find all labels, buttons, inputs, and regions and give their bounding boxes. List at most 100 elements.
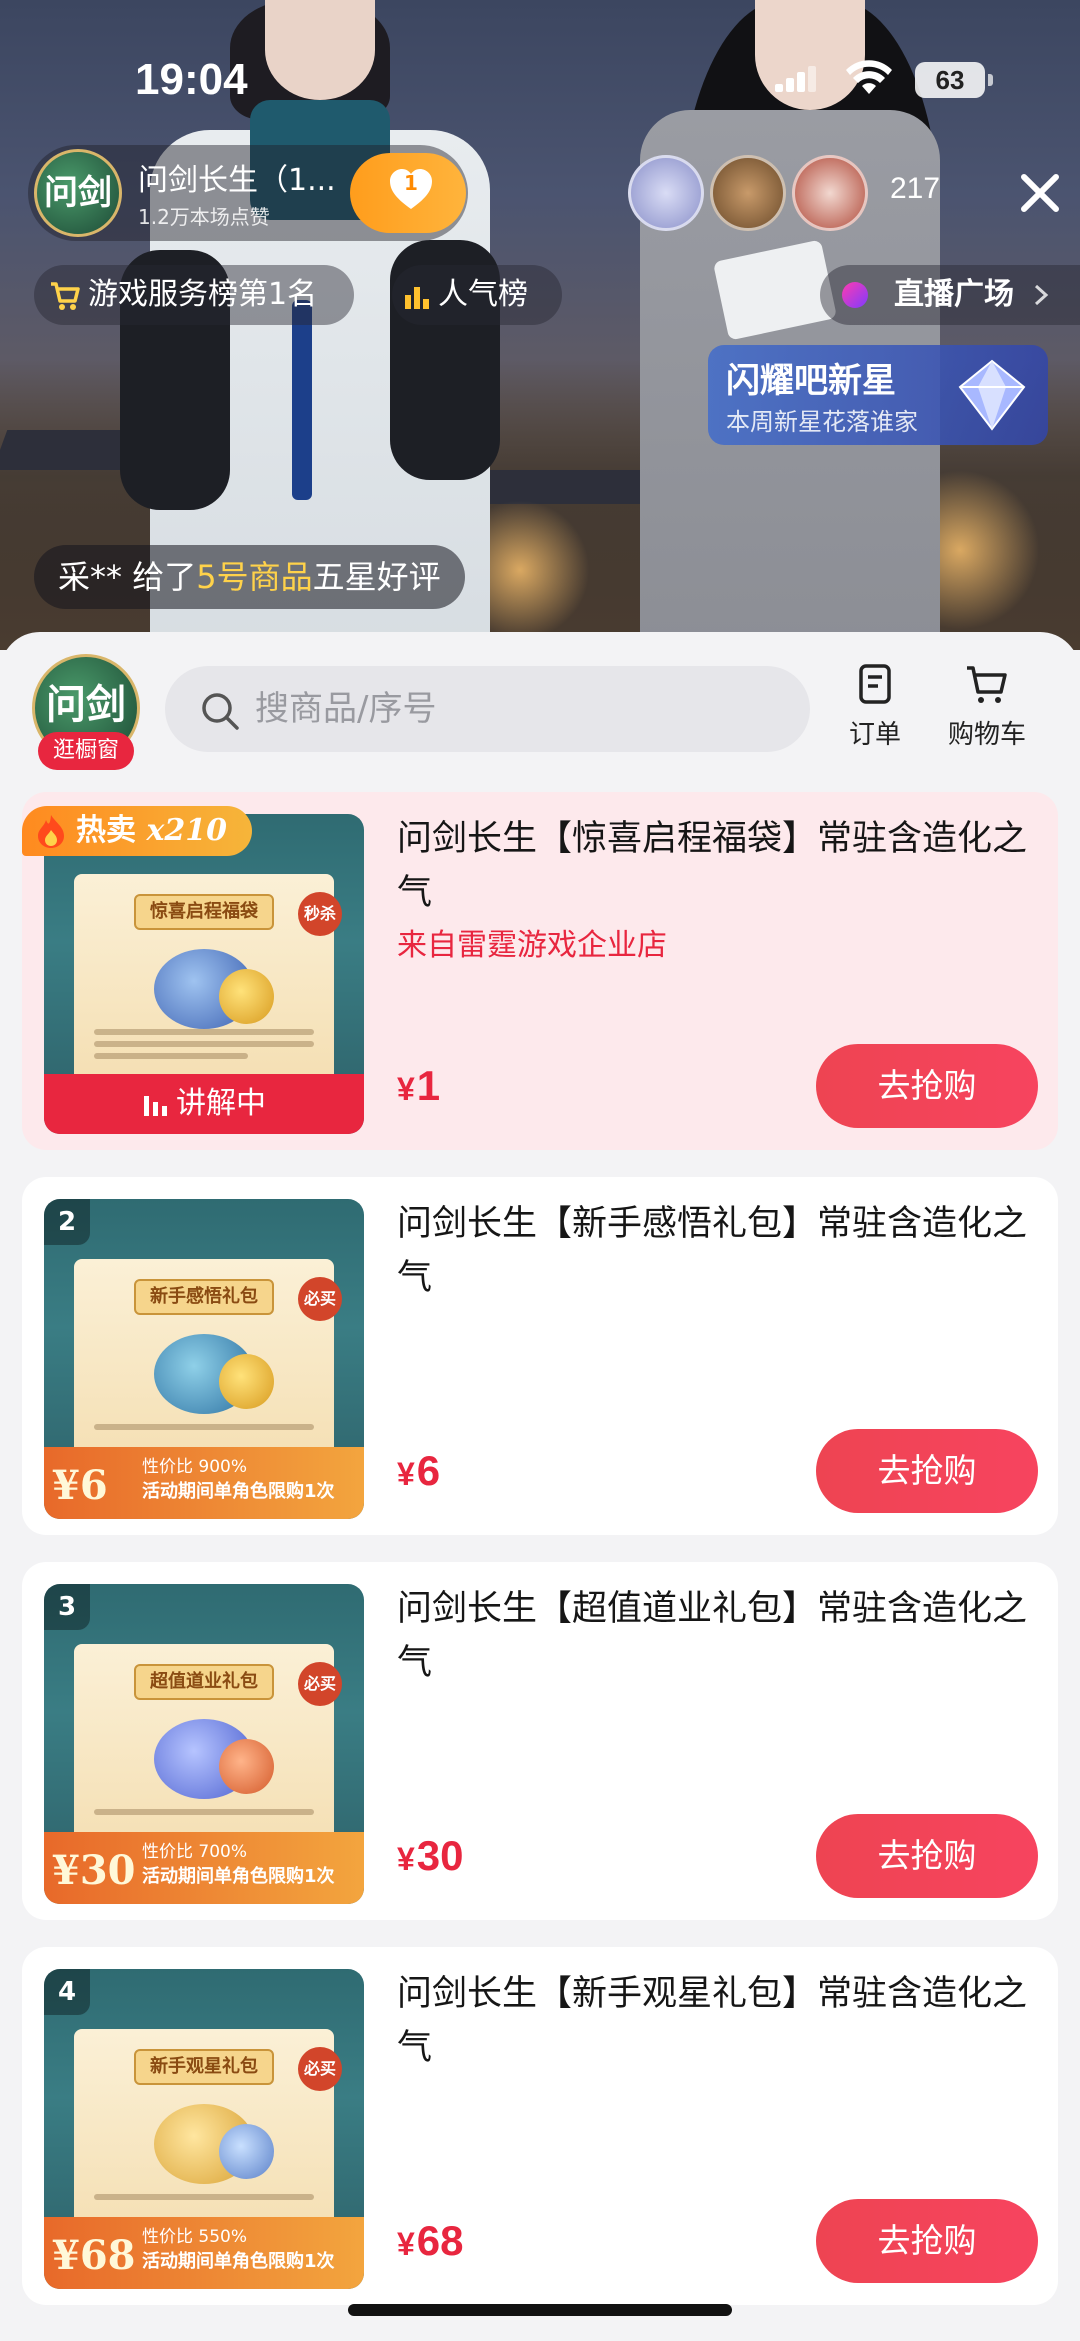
host-avatar[interactable]: 问剑	[34, 149, 122, 237]
buy-button[interactable]: 去抢购	[816, 1814, 1038, 1898]
product-price: ¥1	[397, 1062, 441, 1109]
review-rating: 五星好评	[312, 558, 441, 596]
product-image[interactable]: 超值道业礼包 必买 3 ¥30 性价比 700% 活动期间单角色限购1次	[44, 1584, 364, 1904]
search-bar[interactable]	[165, 666, 810, 752]
product-price-value: 30	[416, 1832, 464, 1879]
chevron-right-icon	[1034, 284, 1049, 306]
equalizer-icon	[144, 1095, 167, 1116]
product-title[interactable]: 问剑长生【新手感悟礼包】常驻含造化之气	[397, 1197, 1042, 1305]
product-image-limit: 活动期间单角色限购1次	[142, 1481, 335, 1502]
product-image-limit: 活动期间单角色限购1次	[142, 2251, 335, 2272]
live-square-dot-icon	[842, 282, 868, 308]
product-title[interactable]: 问剑长生【惊喜启程福袋】常驻含造化之气	[397, 812, 1042, 920]
product-image-price: ¥6	[52, 1462, 108, 1509]
hot-sale-count: x210	[146, 813, 227, 848]
explaining-badge[interactable]: 讲解中	[44, 1074, 364, 1134]
service-rank-badge[interactable]: 游戏服务榜第1名	[34, 265, 354, 325]
product-image[interactable]: 惊喜启程福袋 秒杀 讲解中	[44, 814, 364, 1134]
product-card[interactable]: 新手观星礼包 必买 4 ¥68 性价比 550% 活动期间单角色限购1次 问剑长…	[22, 1947, 1058, 2305]
product-card[interactable]: 惊喜启程福袋 秒杀 讲解中 热卖 x210 问剑长生【惊喜启程福袋】常驻含造化之…	[22, 792, 1058, 1150]
product-image[interactable]: 新手感悟礼包 必买 2 ¥6 性价比 900% 活动期间单角色限购1次	[44, 1199, 364, 1519]
product-title[interactable]: 问剑长生【新手观星礼包】常驻含造化之气	[397, 1967, 1042, 2075]
cart-icon	[51, 281, 80, 310]
orders-button[interactable]: 订单	[830, 662, 920, 751]
product-image-title: 新手观星礼包	[134, 2049, 274, 2085]
review-user: 采**	[58, 558, 123, 596]
host-name: 问剑长生（1...	[138, 163, 336, 198]
product-card[interactable]: 新手感悟礼包 必买 2 ¥6 性价比 900% 活动期间单角色限购1次 问剑长生…	[22, 1177, 1058, 1535]
live-square-label: 直播广场	[894, 277, 1014, 312]
status-time: 19:04	[135, 55, 248, 104]
bar-chart-icon	[405, 286, 429, 309]
cart-label: 购物车	[947, 720, 1026, 750]
product-price-value: 1	[416, 1062, 441, 1109]
close-icon[interactable]	[1010, 163, 1070, 223]
status-bar: 19:04 63	[0, 0, 1080, 140]
product-index: 3	[44, 1584, 90, 1630]
explaining-label: 讲解中	[176, 1086, 266, 1121]
hot-sale-badge: 热卖 x210	[22, 806, 252, 856]
product-image-badge: 必买	[298, 1662, 342, 1706]
cart-button[interactable]: 购物车	[942, 662, 1032, 751]
buy-button[interactable]: 去抢购	[816, 1429, 1038, 1513]
product-image-title: 新手感悟礼包	[134, 1279, 274, 1315]
viewer-count[interactable]: 217	[890, 172, 940, 206]
popularity-rank-badge[interactable]: 人气榜	[392, 265, 562, 325]
product-title[interactable]: 问剑长生【超值道业礼包】常驻含造化之气	[397, 1582, 1042, 1690]
product-index: 4	[44, 1969, 90, 2015]
host-likes: 1.2万本场点赞	[138, 205, 270, 229]
product-image-text	[94, 1029, 314, 1065]
buy-button[interactable]: 去抢购	[816, 2199, 1038, 2283]
fan-club-button[interactable]: 1	[350, 153, 466, 233]
search-input[interactable]	[255, 666, 775, 752]
product-image-coin	[219, 1739, 274, 1794]
home-indicator[interactable]	[348, 2304, 732, 2316]
product-image-price-bar: ¥6 性价比 900% 活动期间单角色限购1次	[44, 1447, 364, 1519]
product-image-badge: 必买	[298, 2047, 342, 2091]
product-image-coin	[219, 2124, 274, 2179]
product-image-coin	[219, 969, 274, 1024]
review-notice: 采** 给了5号商品五星好评	[34, 545, 465, 609]
viewer-avatar[interactable]	[792, 155, 868, 231]
product-image-badge: 必买	[298, 1277, 342, 1321]
product-image[interactable]: 新手观星礼包 必买 4 ¥68 性价比 550% 活动期间单角色限购1次	[44, 1969, 364, 2289]
fan-club-count: 1	[404, 171, 418, 195]
product-image-price: ¥68	[52, 2232, 136, 2279]
product-image-title: 惊喜启程福袋	[134, 894, 274, 930]
product-price-value: 68	[416, 2217, 464, 2264]
product-image-limit: 活动期间单角色限购1次	[142, 1866, 335, 1887]
product-store: 来自雷霆游戏企业店	[397, 928, 667, 963]
viewer-avatar[interactable]	[628, 155, 704, 231]
product-image-price-bar: ¥30 性价比 700% 活动期间单角色限购1次	[44, 1832, 364, 1904]
wifi-icon	[846, 60, 892, 94]
browse-showcase-button[interactable]: 逛橱窗	[38, 732, 134, 770]
hot-sale-label: 热卖	[76, 813, 136, 848]
review-product: 5号商品	[196, 558, 313, 596]
battery-icon: 63	[915, 62, 993, 98]
product-index: 2	[44, 1199, 90, 1245]
review-text: 给了	[122, 558, 197, 596]
live-square-button[interactable]: 直播广场	[820, 265, 1080, 325]
viewer-avatar[interactable]	[710, 155, 786, 231]
product-image-price-bar: ¥68 性价比 550% 活动期间单角色限购1次	[44, 2217, 364, 2289]
gem-icon	[958, 359, 1026, 431]
product-price: ¥68	[397, 2217, 464, 2264]
product-image-price: ¥30	[52, 1847, 136, 1894]
new-star-banner[interactable]: 闪耀吧新星 本周新星花落谁家	[708, 345, 1048, 445]
product-card[interactable]: 超值道业礼包 必买 3 ¥30 性价比 700% 活动期间单角色限购1次 问剑长…	[22, 1562, 1058, 1920]
product-image-badge: 秒杀	[298, 892, 342, 936]
product-price: ¥30	[397, 1832, 464, 1879]
orders-label: 订单	[848, 720, 901, 750]
product-price: ¥6	[397, 1447, 441, 1494]
buy-button[interactable]: 去抢购	[816, 1044, 1038, 1128]
new-star-subtitle: 本周新星花落谁家	[726, 408, 918, 436]
product-image-ratio: 性价比 900%	[142, 1457, 248, 1477]
product-image-coin	[219, 1354, 274, 1409]
product-image-ratio: 性价比 550%	[142, 2227, 248, 2247]
product-image-title: 超值道业礼包	[134, 1664, 274, 1700]
new-star-title: 闪耀吧新星	[726, 361, 896, 401]
popularity-rank-label: 人气榜	[438, 277, 528, 312]
cart-icon	[967, 666, 1007, 703]
product-sheet: 问剑 逛橱窗 订单 购物车 惊喜启程福袋 秒杀	[0, 632, 1080, 2341]
flame-icon	[38, 815, 64, 848]
